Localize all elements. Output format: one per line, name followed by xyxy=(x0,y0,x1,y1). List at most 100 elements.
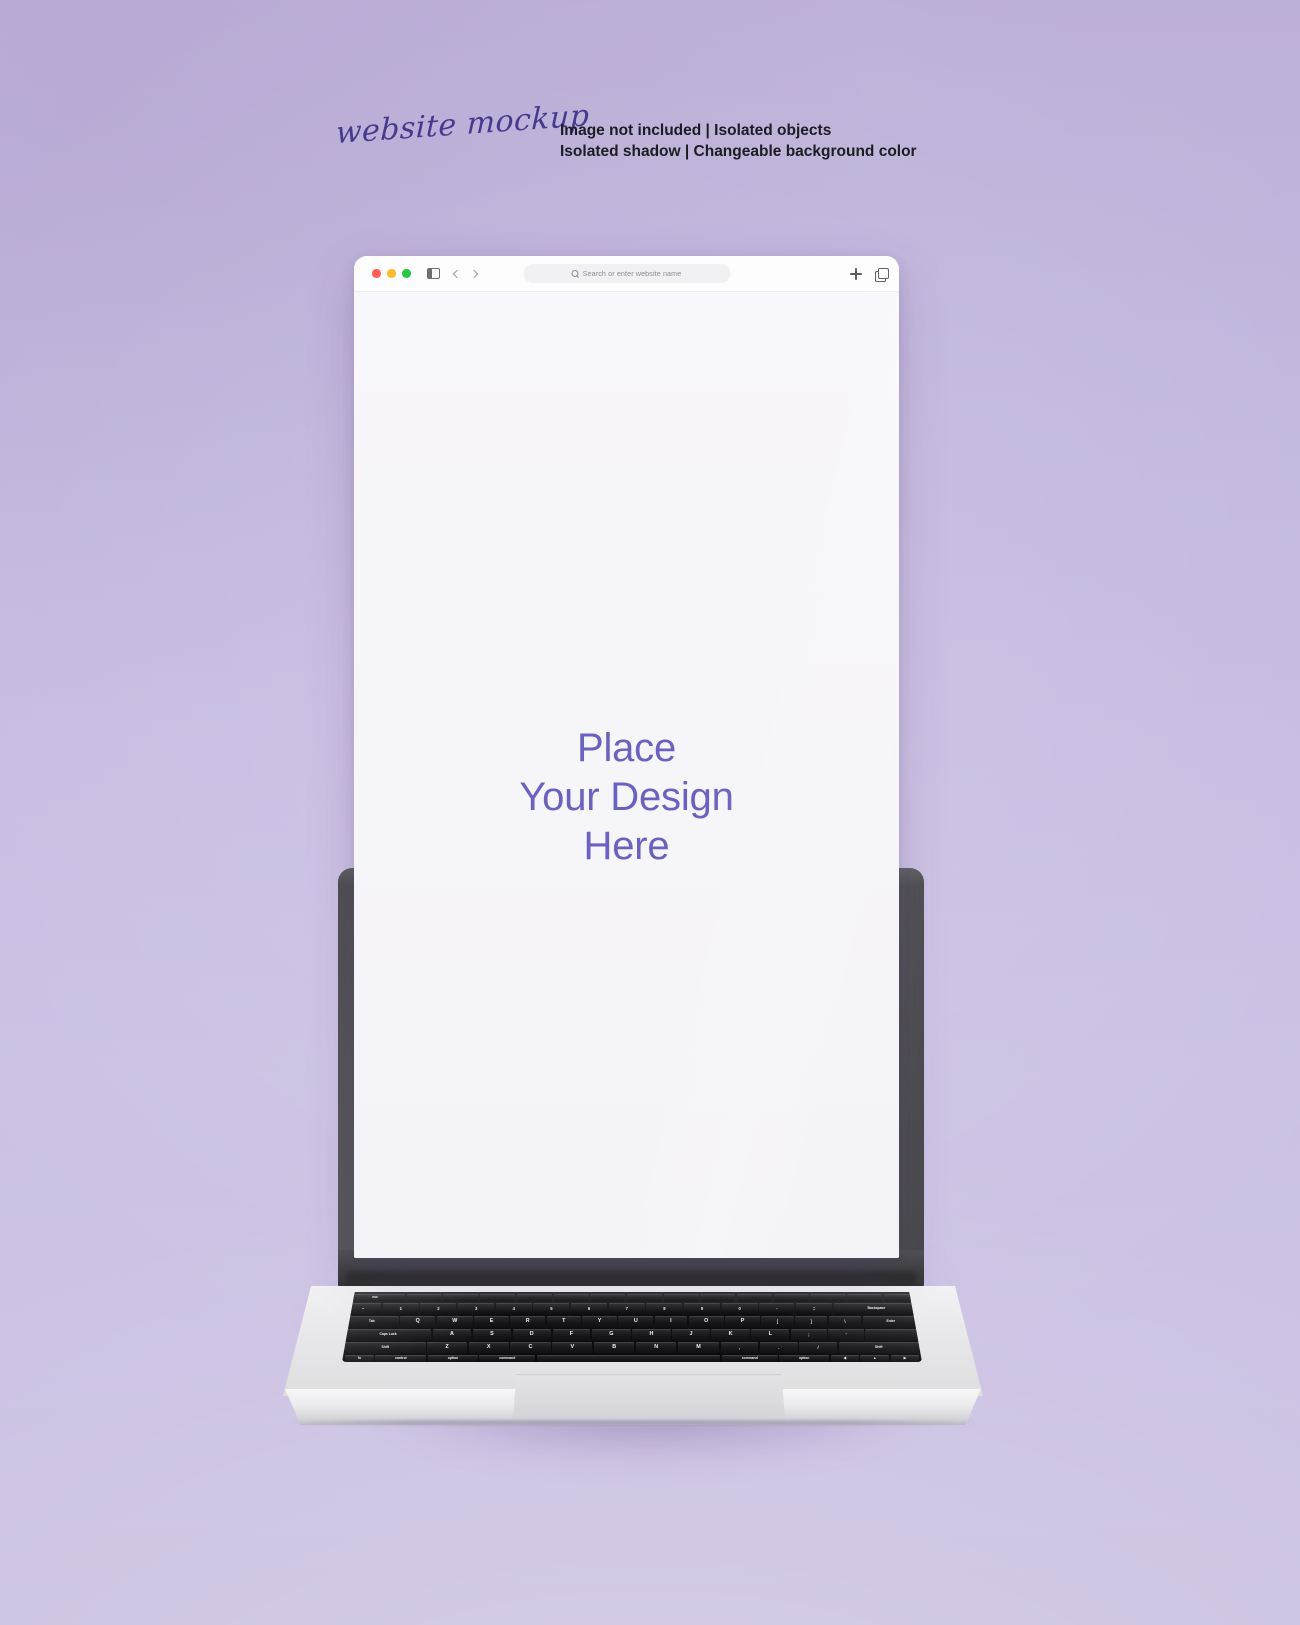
key-d[interactable]: D xyxy=(512,1329,551,1341)
key-o[interactable]: O xyxy=(688,1316,724,1328)
tabs-overview-icon[interactable] xyxy=(875,268,889,282)
key-blank-3[interactable] xyxy=(480,1294,516,1301)
window-controls[interactable] xyxy=(372,269,411,278)
placeholder-line-2: Your Design xyxy=(519,775,734,819)
key-blank-11[interactable] xyxy=(773,1294,809,1301)
key--[interactable]: - xyxy=(759,1303,795,1315)
minimize-window-icon[interactable] xyxy=(387,269,396,278)
key-command[interactable]: command xyxy=(479,1355,536,1362)
key-e[interactable]: E xyxy=(474,1316,509,1328)
close-window-icon[interactable] xyxy=(372,269,381,278)
key-u[interactable]: U xyxy=(618,1316,654,1328)
key-x[interactable]: X xyxy=(468,1342,509,1354)
key--[interactable]: / xyxy=(799,1342,837,1354)
key--[interactable]: ' xyxy=(828,1329,864,1341)
navigation-arrows[interactable] xyxy=(452,269,478,278)
key-a[interactable]: A xyxy=(432,1329,472,1341)
key-enter[interactable]: Enter xyxy=(862,1316,920,1328)
key-control[interactable]: control xyxy=(375,1355,427,1362)
key-fn[interactable]: fn xyxy=(345,1355,374,1362)
keyboard-row-bottom[interactable]: Shift Z X C V B N M,. / Shift xyxy=(342,1342,922,1354)
keyboard-row-number[interactable]: ~1 2 3 4 5 6 7 8 9 0- = Backspace xyxy=(342,1303,922,1315)
key-blank-13[interactable] xyxy=(847,1294,883,1301)
key--[interactable]: \ xyxy=(828,1316,861,1328)
key-backspace[interactable]: Backspace xyxy=(833,1303,919,1315)
keyboard-row-function[interactable]: esc xyxy=(342,1294,922,1301)
key-blank-6[interactable] xyxy=(590,1294,626,1301)
key-command[interactable]: command xyxy=(722,1355,778,1362)
keyboard-row-qwerty[interactable]: Tab Q W E R T Y U I O P[] \ Enter xyxy=(342,1316,922,1328)
key-w[interactable]: W xyxy=(436,1316,473,1328)
key--[interactable]: ; xyxy=(790,1329,827,1341)
key-caps-lock[interactable]: Caps Lock xyxy=(345,1329,432,1341)
key--[interactable]: ▲ xyxy=(860,1355,890,1362)
key-7[interactable]: 7 xyxy=(608,1303,645,1315)
key-p[interactable]: P xyxy=(725,1316,760,1328)
key-blank-2[interactable] xyxy=(443,1294,479,1301)
key-f[interactable]: F xyxy=(552,1329,591,1341)
toolbar-right-actions[interactable] xyxy=(850,256,889,292)
key-shift[interactable]: Shift xyxy=(345,1342,426,1354)
key-h[interactable]: H xyxy=(632,1329,671,1341)
key--[interactable]: = xyxy=(796,1303,833,1315)
address-bar[interactable]: Search or enter website name xyxy=(523,264,730,283)
key-8[interactable]: 8 xyxy=(646,1303,683,1315)
key--[interactable]: . xyxy=(759,1342,798,1354)
key-9[interactable]: 9 xyxy=(684,1303,721,1315)
key-b[interactable]: B xyxy=(594,1342,635,1354)
maximize-window-icon[interactable] xyxy=(402,269,411,278)
key-6[interactable]: 6 xyxy=(571,1303,608,1315)
key-t[interactable]: T xyxy=(546,1316,581,1328)
laptop-base-edge-highlight xyxy=(290,1420,976,1425)
key-3[interactable]: 3 xyxy=(458,1303,495,1315)
key-blank-8[interactable] xyxy=(663,1294,699,1301)
forward-arrow-icon[interactable] xyxy=(469,269,478,278)
key-2[interactable]: 2 xyxy=(420,1303,457,1315)
key-j[interactable]: J xyxy=(672,1329,710,1341)
key-g[interactable]: G xyxy=(591,1329,631,1341)
sidebar-toggle-icon[interactable] xyxy=(426,268,440,279)
key-blank-4[interactable] xyxy=(516,1294,552,1301)
key-blank-12[interactable] xyxy=(810,1294,846,1301)
key-blank-9[interactable] xyxy=(700,1294,736,1301)
key-option[interactable]: option xyxy=(779,1355,830,1362)
key-v[interactable]: V xyxy=(552,1342,593,1354)
key-blank-10[interactable] xyxy=(737,1294,773,1301)
key-y[interactable]: Y xyxy=(582,1316,617,1328)
key-z[interactable]: Z xyxy=(427,1342,467,1354)
key-blank-5[interactable] xyxy=(553,1294,589,1301)
key-tab[interactable]: Tab xyxy=(345,1316,399,1328)
key-4[interactable]: 4 xyxy=(495,1303,532,1315)
key-5[interactable]: 5 xyxy=(533,1303,570,1315)
key-shift[interactable]: Shift xyxy=(838,1342,920,1354)
key-n[interactable]: N xyxy=(636,1342,677,1354)
feature-line-2: Isolated shadow | Changeable background … xyxy=(560,143,917,160)
key-1[interactable]: 1 xyxy=(382,1303,419,1315)
new-tab-icon[interactable] xyxy=(850,268,862,280)
key-blank-12[interactable] xyxy=(865,1329,919,1341)
key-option[interactable]: option xyxy=(427,1355,478,1362)
key-r[interactable]: R xyxy=(510,1316,546,1328)
key--[interactable]: [ xyxy=(761,1316,794,1328)
key-c[interactable]: C xyxy=(510,1342,551,1354)
key--[interactable]: ◀ xyxy=(830,1355,859,1362)
key-l[interactable]: L xyxy=(751,1329,790,1341)
keyboard-row-home[interactable]: Caps Lock A S D F G H J K L; ' xyxy=(342,1329,922,1341)
key--[interactable]: ▶ xyxy=(890,1355,919,1362)
keyboard-row-spacebar[interactable]: fn control option command command option ◀ ▲ ▶ xyxy=(342,1355,922,1362)
key-blank-4[interactable] xyxy=(536,1355,721,1362)
key-s[interactable]: S xyxy=(472,1329,511,1341)
key-i[interactable]: I xyxy=(654,1316,688,1328)
key--[interactable]: ] xyxy=(795,1316,828,1328)
back-arrow-icon[interactable] xyxy=(452,269,461,278)
placeholder-line-1: Place xyxy=(576,726,677,770)
key-k[interactable]: K xyxy=(711,1329,750,1341)
key-m[interactable]: M xyxy=(678,1342,720,1354)
key-q[interactable]: Q xyxy=(400,1316,436,1328)
key--[interactable]: , xyxy=(720,1342,759,1354)
key-blank-7[interactable] xyxy=(626,1294,663,1301)
key-0[interactable]: 0 xyxy=(721,1303,758,1315)
laptop-trackpad[interactable] xyxy=(513,1374,785,1420)
laptop-keyboard[interactable]: esc ~1 2 3 4 5 6 7 8 9 0- = Backspace Tab Q W E R T Y U I O P… xyxy=(342,1292,922,1362)
key-blank-1[interactable] xyxy=(406,1294,442,1301)
